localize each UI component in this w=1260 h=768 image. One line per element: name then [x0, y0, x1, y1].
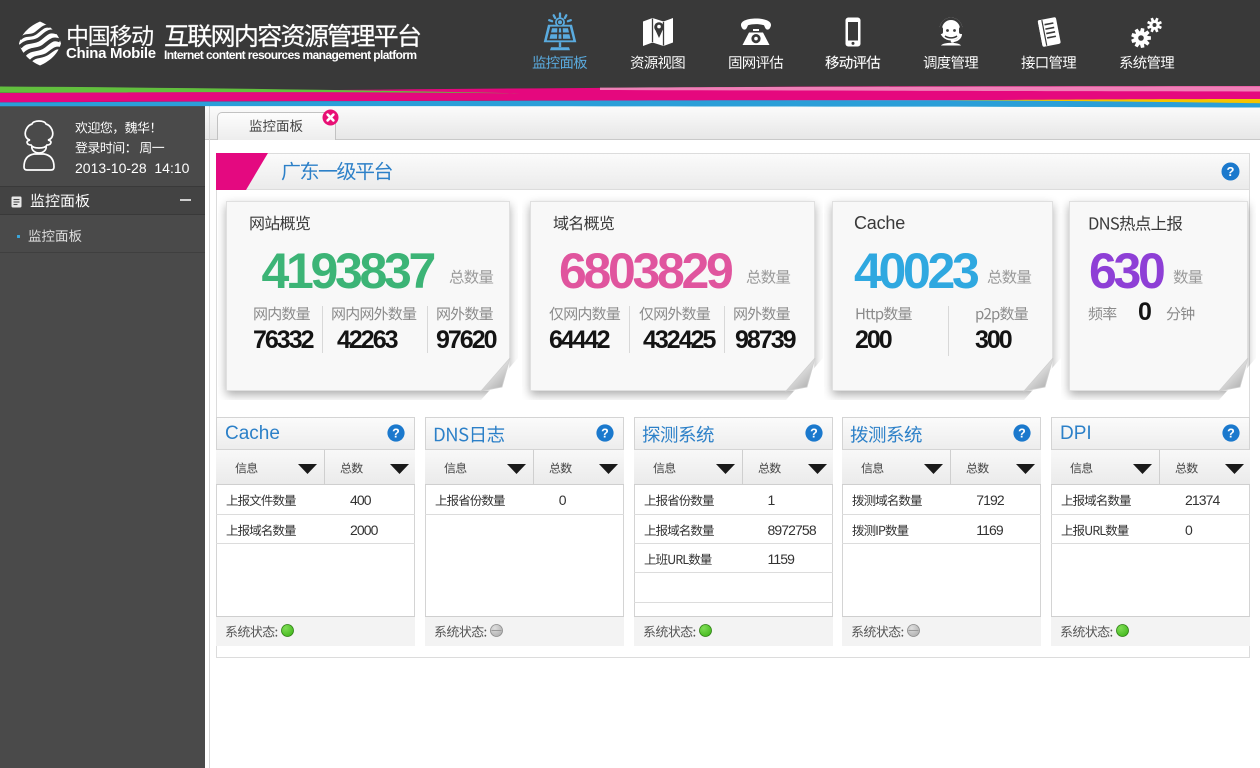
svg-text:?: ? [1227, 164, 1235, 179]
svg-text:?: ? [1227, 426, 1235, 440]
svg-text:?: ? [1018, 426, 1026, 440]
svg-text:?: ? [601, 426, 609, 440]
svg-text:?: ? [392, 426, 400, 440]
svg-text:?: ? [810, 426, 818, 440]
